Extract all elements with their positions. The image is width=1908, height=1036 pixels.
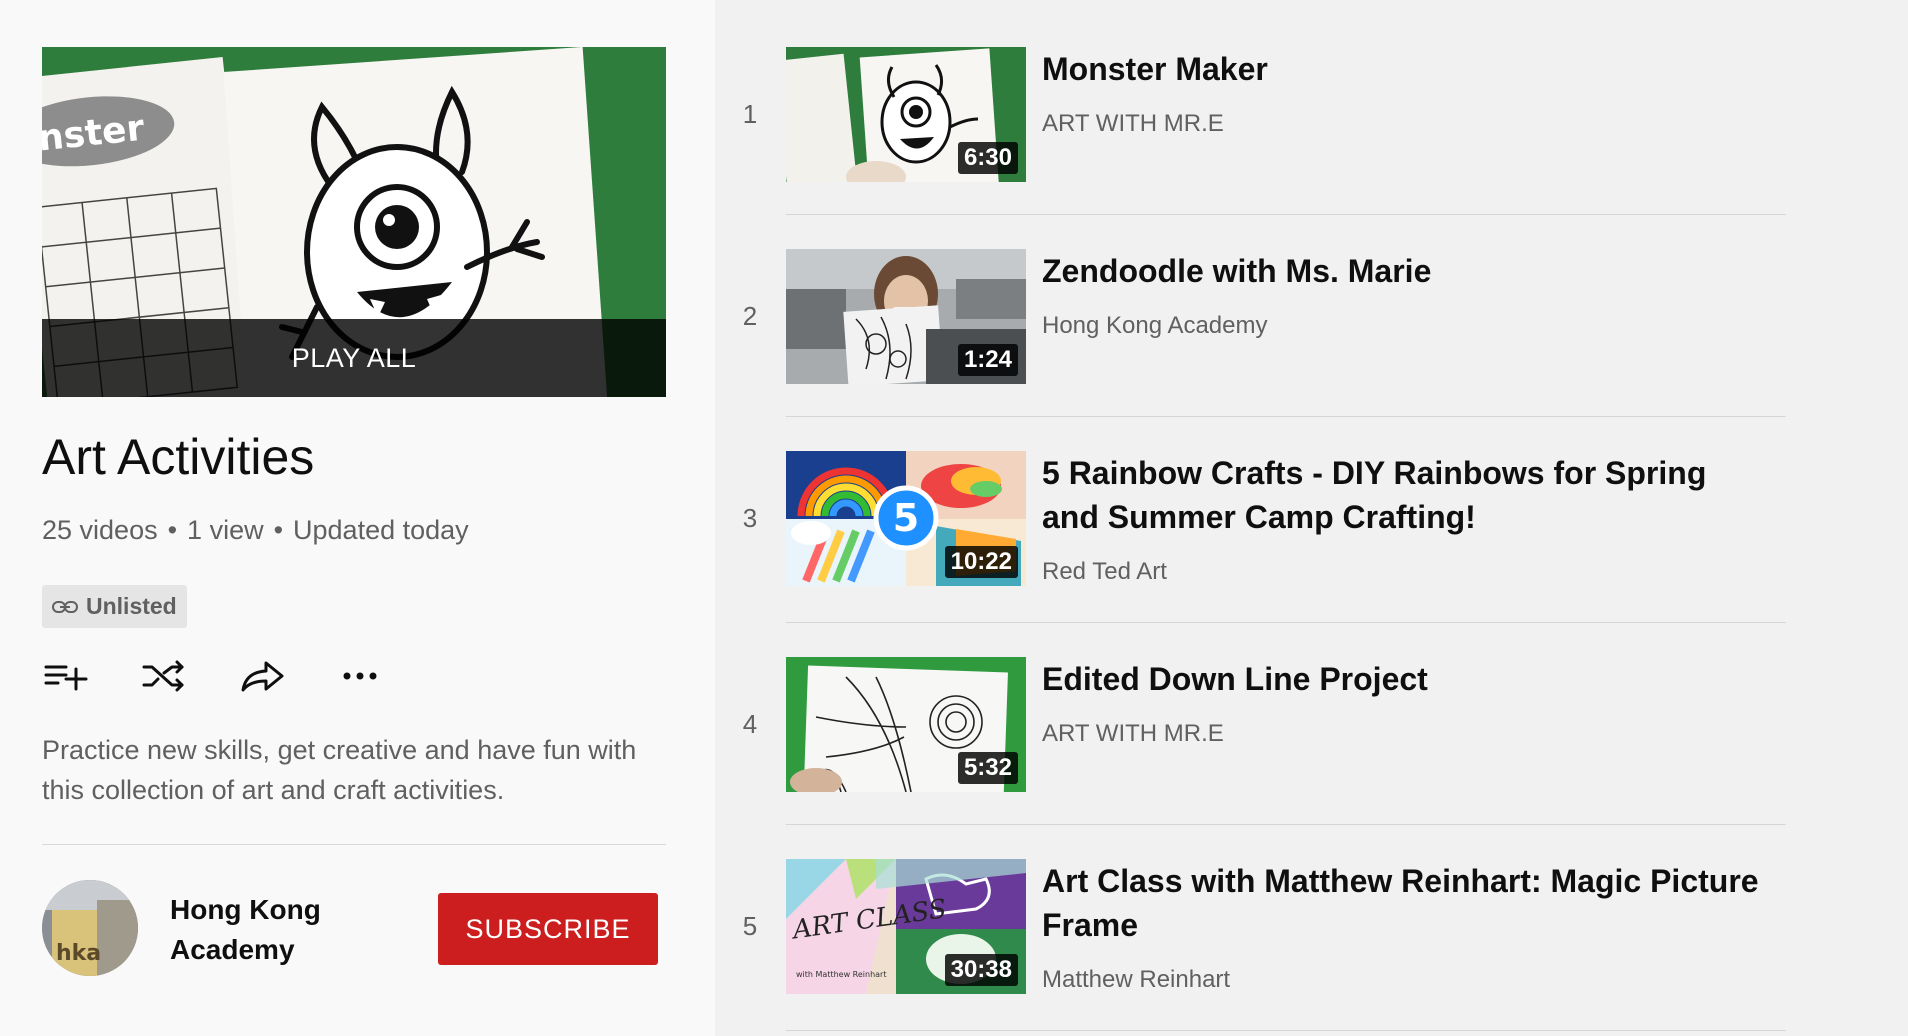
video-duration: 5:32 — [957, 752, 1018, 784]
row-divider — [786, 1030, 1786, 1031]
channel-avatar[interactable]: hka — [42, 880, 138, 976]
video-count: 25 videos — [42, 515, 158, 545]
video-thumbnail[interactable]: ART CLASS with Matthew Reinhart 30:38 — [786, 859, 1026, 994]
share-icon[interactable] — [238, 655, 286, 697]
video-index: 3 — [742, 503, 758, 533]
channel-name[interactable]: Hong Kong Academy — [170, 890, 350, 970]
privacy-label: Unlisted — [86, 593, 177, 619]
playlist-description: Practice new skills, get creative and ha… — [42, 735, 637, 805]
video-title[interactable]: Art Class with Matthew Reinhart: Magic P… — [1042, 859, 1762, 947]
video-channel[interactable]: Matthew Reinhart — [1042, 966, 1230, 994]
video-channel[interactable]: ART WITH MR.E — [1042, 720, 1224, 748]
video-duration: 10:22 — [944, 546, 1018, 578]
playlist-actions — [42, 655, 384, 697]
svg-text:5: 5 — [893, 496, 919, 540]
video-index: 4 — [742, 709, 758, 739]
video-thumbnail[interactable]: 5:32 — [786, 657, 1026, 792]
video-thumbnail[interactable]: 5 10:22 — [786, 451, 1026, 586]
video-thumbnail[interactable]: 1:24 — [786, 249, 1026, 384]
subscribe-button[interactable]: SUBSCRIBE — [438, 893, 658, 965]
row-divider — [786, 416, 1786, 417]
row-divider — [786, 622, 1786, 623]
link-icon — [52, 593, 78, 620]
playlist-title: Art Activities — [42, 429, 315, 485]
updated-text: Updated today — [293, 515, 469, 545]
divider — [42, 844, 666, 845]
video-channel[interactable]: Hong Kong Academy — [1042, 312, 1267, 340]
video-duration: 1:24 — [957, 344, 1018, 376]
play-all-button[interactable]: PLAY ALL — [42, 319, 666, 397]
svg-text:hka: hka — [56, 941, 101, 966]
meta-separator: • — [273, 515, 284, 545]
shuffle-icon[interactable] — [140, 655, 188, 697]
playlist-stats: 25 videos • 1 view • Updated today — [42, 515, 469, 546]
video-duration: 6:30 — [957, 142, 1018, 174]
video-index: 1 — [742, 99, 758, 129]
video-channel[interactable]: Red Ted Art — [1042, 558, 1167, 586]
video-duration: 30:38 — [944, 954, 1018, 986]
video-channel[interactable]: ART WITH MR.E — [1042, 110, 1224, 138]
video-title[interactable]: 5 Rainbow Crafts - DIY Rainbows for Spri… — [1042, 451, 1762, 539]
more-icon[interactable] — [336, 655, 384, 697]
video-thumbnail[interactable]: 6:30 — [786, 47, 1026, 182]
meta-separator: • — [167, 515, 178, 545]
playlist-sidebar: nster PLAY ALL Art Activities 25 videos … — [0, 0, 715, 1036]
video-title[interactable]: Edited Down Line Project — [1042, 657, 1762, 701]
playlist-hero-thumbnail[interactable]: nster PLAY ALL — [42, 47, 666, 397]
video-title[interactable]: Zendoodle with Ms. Marie — [1042, 249, 1762, 293]
view-count: 1 view — [187, 515, 264, 545]
video-title[interactable]: Monster Maker — [1042, 47, 1762, 91]
privacy-badge: Unlisted — [42, 585, 187, 628]
video-index: 5 — [742, 911, 758, 941]
row-divider — [786, 824, 1786, 825]
add-to-queue-icon[interactable] — [42, 655, 90, 697]
row-divider — [786, 214, 1786, 215]
svg-text:with Matthew Reinhart: with Matthew Reinhart — [796, 970, 886, 979]
video-index: 2 — [742, 301, 758, 331]
